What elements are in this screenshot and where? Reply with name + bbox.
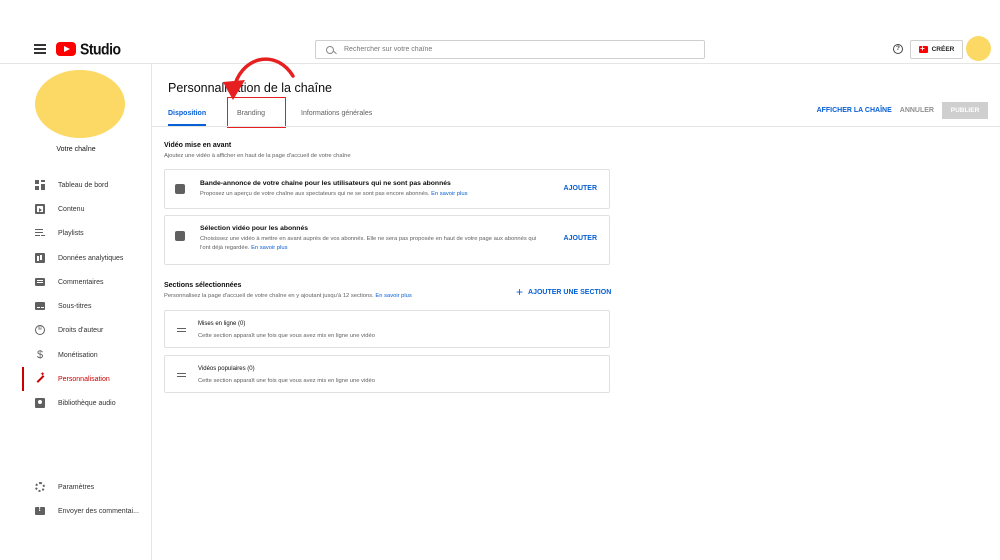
card-desc: Proposez un aperçu de votre chaîne aux s… — [200, 190, 580, 199]
sidebar-item-label: Bibliothèque audio — [58, 399, 116, 407]
playlist-icon — [35, 228, 45, 238]
section-card-popular[interactable]: Vidéos populaires (0) Cette section appa… — [164, 355, 610, 393]
drag-handle-icon[interactable] — [177, 328, 186, 332]
content-icon — [35, 204, 45, 214]
search-input[interactable] — [344, 46, 684, 53]
comments-icon — [35, 278, 45, 286]
main-content: Personnalisation de la chaîne Dispositio… — [152, 64, 1000, 560]
learn-more-link[interactable]: En savoir plus — [375, 293, 411, 299]
create-button[interactable]: CRÉER — [910, 40, 963, 59]
section-desc: Cette section apparaît une fois que vous… — [198, 378, 375, 384]
view-channel-button[interactable]: AFFICHER LA CHAÎNE — [817, 107, 892, 114]
sidebar-item-label: Playlists — [58, 229, 84, 237]
sidebar-item-label: Sous-titres — [58, 302, 92, 310]
sidebar-item-settings[interactable]: Paramètres — [0, 475, 152, 499]
section-desc: Cette section apparaît une fois que vous… — [198, 333, 375, 339]
subtitles-icon — [35, 302, 45, 310]
drag-handle-icon[interactable] — [177, 373, 186, 377]
hamburger-menu-icon[interactable] — [34, 44, 46, 54]
video-star-icon — [175, 231, 185, 241]
help-icon[interactable]: ? — [893, 44, 903, 54]
featured-video-desc: Ajoutez une vidéo à afficher en haut de … — [164, 153, 351, 159]
sidebar-item-copyright[interactable]: © Droits d'auteur — [0, 318, 152, 342]
magic-wand-icon — [35, 371, 45, 384]
sections-desc: Personnalisez la page d'accueil de votre… — [164, 293, 412, 299]
sidebar-item-label: Monétisation — [58, 351, 98, 359]
card-desc-text: Proposez un aperçu de votre chaîne aux s… — [200, 191, 430, 197]
dashboard-icon — [35, 180, 45, 190]
tab-basic-info[interactable]: Informations générales — [301, 102, 372, 126]
featured-video-title: Vidéo mise en avant — [164, 142, 232, 149]
sidebar-item-label: Données analytiques — [58, 254, 124, 262]
sidebar: Votre chaîne Tableau de bord Contenu Pla… — [0, 64, 152, 560]
sidebar-item-feedback[interactable]: Envoyer des commentai... — [0, 499, 152, 523]
learn-more-link[interactable]: En savoir plus — [251, 245, 287, 251]
sidebar-item-analytics[interactable]: Données analytiques — [0, 246, 152, 270]
add-section-button[interactable]: + AJOUTER UNE SECTION — [516, 285, 612, 299]
add-featured-button[interactable]: AJOUTER — [564, 235, 597, 242]
sidebar-item-label: Paramètres — [58, 483, 95, 491]
sidebar-item-label: Contenu — [58, 205, 85, 213]
sidebar-item-subtitles[interactable]: Sous-titres — [0, 294, 152, 318]
sidebar-item-label: Droits d'auteur — [58, 326, 104, 334]
tab-layout[interactable]: Disposition — [168, 102, 207, 126]
card-title: Sélection vidéo pour les abonnés — [200, 225, 309, 232]
sidebar-item-content[interactable]: Contenu — [0, 197, 152, 221]
section-title: Mises en ligne (0) — [198, 321, 246, 327]
sidebar-item-label: Personnalisation — [58, 375, 110, 383]
studio-app: Studio ? CRÉER Votre chaîne Tableau de b… — [0, 0, 1000, 560]
sidebar-item-monetization[interactable]: $ Monétisation — [0, 343, 152, 367]
learn-more-link[interactable]: En savoir plus — [431, 191, 467, 197]
card-desc: Choisissez une vidéo à mettre en avant a… — [200, 235, 545, 253]
cancel-button[interactable]: ANNULER — [900, 107, 934, 114]
gear-icon — [35, 482, 45, 492]
sidebar-item-comments[interactable]: Commentaires — [0, 270, 152, 294]
create-label: CRÉER — [931, 46, 955, 53]
sidebar-item-customization[interactable]: Personnalisation — [0, 367, 152, 391]
sidebar-item-audio-library[interactable]: Bibliothèque audio — [0, 391, 152, 415]
plus-icon: + — [516, 285, 524, 299]
video-camera-plus-icon — [918, 44, 928, 53]
sidebar-item-label: Commentaires — [58, 278, 104, 286]
channel-avatar[interactable] — [35, 70, 125, 138]
tab-divider — [152, 126, 1000, 127]
search-bar[interactable] — [315, 40, 705, 59]
featured-video-card: Sélection vidéo pour les abonnés Choisis… — [164, 215, 610, 265]
film-icon — [175, 184, 185, 194]
copyright-icon: © — [35, 325, 45, 335]
search-icon[interactable] — [326, 45, 334, 54]
page-title: Personnalisation de la chaîne — [168, 81, 333, 95]
section-card-uploads[interactable]: Mises en ligne (0) Cette section apparaî… — [164, 310, 610, 348]
page-actions: AFFICHER LA CHAÎNE ANNULER PUBLIER — [817, 102, 988, 119]
branding-highlight-box — [227, 97, 286, 128]
sections-title: Sections sélectionnées — [164, 282, 242, 289]
dollar-icon: $ — [36, 349, 44, 361]
add-trailer-button[interactable]: AJOUTER — [564, 185, 597, 192]
card-title: Bande-annonce de votre chaîne pour les u… — [200, 180, 451, 187]
logo-text: Studio — [80, 39, 121, 59]
add-section-label: AJOUTER UNE SECTION — [528, 288, 612, 296]
top-header: Studio ? CRÉER — [0, 0, 1000, 64]
channel-name: Votre chaîne — [56, 146, 96, 153]
audio-library-icon — [35, 398, 45, 408]
channel-trailer-card: Bande-annonce de votre chaîne pour les u… — [164, 169, 610, 209]
analytics-icon — [35, 253, 45, 263]
sidebar-item-label: Tableau de bord — [58, 181, 109, 189]
sidebar-item-dashboard[interactable]: Tableau de bord — [0, 173, 152, 197]
sections-desc-text: Personnalisez la page d'accueil de votre… — [164, 293, 374, 299]
studio-logo[interactable]: Studio — [56, 39, 121, 59]
section-title: Vidéos populaires (0) — [198, 366, 255, 372]
publish-button[interactable]: PUBLIER — [942, 102, 988, 119]
sidebar-item-playlists[interactable]: Playlists — [0, 221, 152, 245]
account-avatar[interactable] — [966, 36, 991, 61]
youtube-play-icon — [56, 42, 76, 56]
sidebar-item-label: Envoyer des commentai... — [58, 507, 139, 515]
feedback-icon — [35, 506, 45, 515]
